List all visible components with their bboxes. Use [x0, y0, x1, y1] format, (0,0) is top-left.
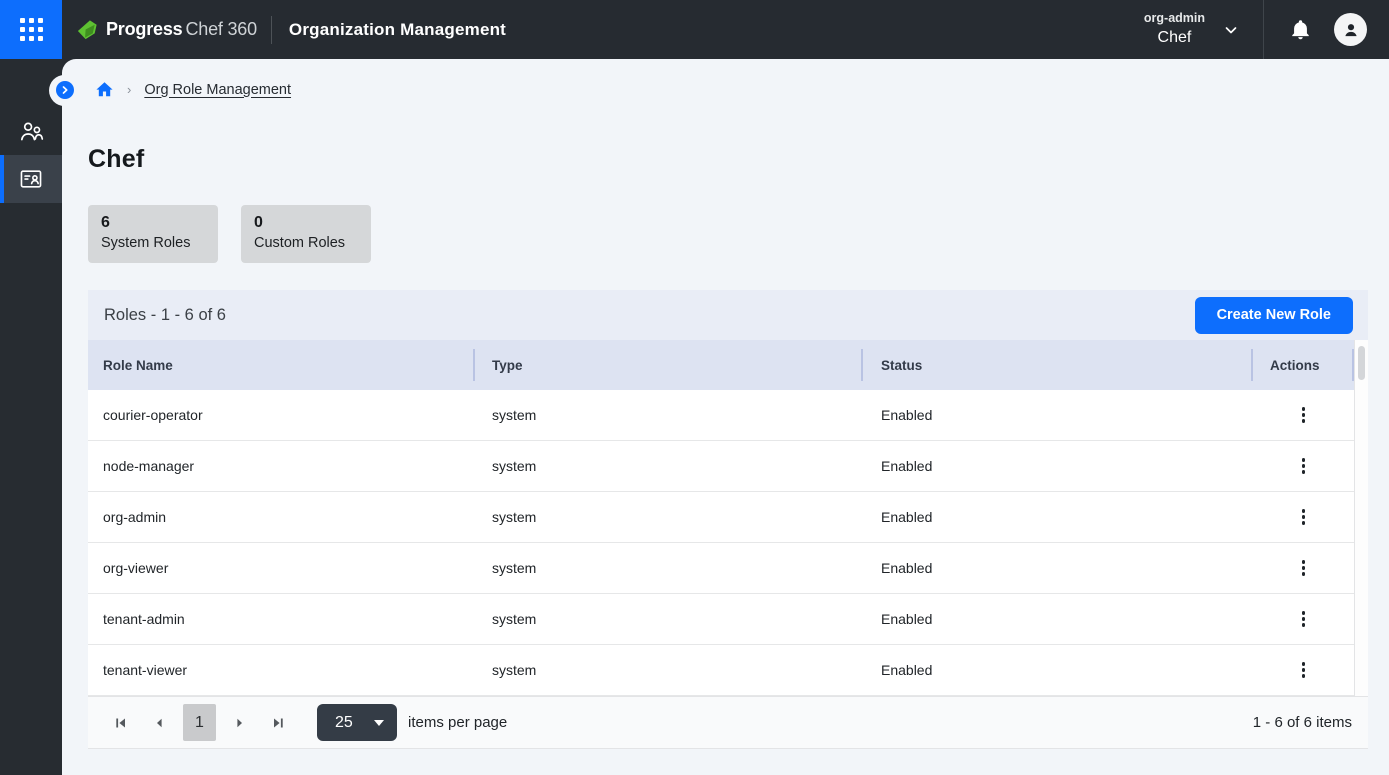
org-switcher-texts: org-admin Chef [1144, 11, 1205, 48]
apps-menu-button[interactable] [0, 0, 62, 59]
brand-logo: Progress Chef 360 [76, 18, 257, 41]
cell-type: system [475, 441, 863, 491]
cell-status: Enabled [863, 390, 1253, 440]
stat-label: Custom Roles [254, 233, 358, 254]
breadcrumb-link-org-role-management[interactable]: Org Role Management [144, 82, 291, 98]
sidebar [0, 59, 62, 775]
header-divider [271, 16, 272, 44]
cell-role-name: tenant-viewer [88, 645, 475, 695]
header-right-cluster: org-admin Chef [1144, 0, 1389, 59]
chevron-down-icon [1223, 22, 1239, 38]
page-title: Chef [88, 145, 144, 174]
org-name-label: Chef [1158, 28, 1192, 48]
cell-type: system [475, 390, 863, 440]
previous-page-button[interactable] [147, 711, 171, 735]
last-page-button[interactable] [266, 711, 290, 735]
cell-type: system [475, 543, 863, 593]
stat-label: System Roles [101, 233, 205, 254]
stat-cards: 6 System Roles 0 Custom Roles [88, 205, 371, 263]
column-header-status[interactable]: Status [863, 340, 1253, 390]
row-actions-kebab-icon[interactable] [1294, 503, 1314, 531]
last-page-icon [271, 716, 285, 730]
stat-card-custom-roles[interactable]: 0 Custom Roles [241, 205, 371, 263]
first-page-button[interactable] [109, 711, 133, 735]
header-divider-2 [1263, 0, 1264, 59]
breadcrumb: › Org Role Management [95, 80, 291, 99]
row-actions-kebab-icon[interactable] [1294, 401, 1314, 429]
org-role-label: org-admin [1144, 11, 1205, 26]
progress-logo-icon [76, 18, 99, 41]
column-header-actions: Actions [1253, 340, 1354, 390]
page-size-select[interactable]: 25 [317, 704, 397, 741]
cell-role-name: courier-operator [88, 390, 475, 440]
column-header-role-name[interactable]: Role Name [88, 340, 475, 390]
bell-icon [1289, 18, 1312, 41]
cell-status: Enabled [863, 492, 1253, 542]
next-page-button[interactable] [228, 711, 252, 735]
sidebar-expand-button[interactable] [56, 81, 74, 99]
cell-status: Enabled [863, 441, 1253, 491]
cell-role-name: org-viewer [88, 543, 475, 593]
cell-status: Enabled [863, 594, 1253, 644]
next-page-icon [233, 716, 247, 730]
first-page-icon [114, 716, 128, 730]
table-row: org-viewer system Enabled [88, 543, 1354, 594]
top-header: Progress Chef 360 Organization Managemen… [0, 0, 1389, 59]
cell-type: system [475, 492, 863, 542]
previous-page-icon [152, 716, 166, 730]
row-actions-kebab-icon[interactable] [1294, 554, 1314, 582]
cell-status: Enabled [863, 543, 1253, 593]
select-caret-icon [374, 720, 384, 726]
table-row: tenant-admin system Enabled [88, 594, 1354, 645]
table-header-row: Role Name Type Status Actions [88, 340, 1354, 390]
breadcrumb-separator-icon: › [127, 82, 131, 97]
table-row: courier-operator system Enabled [88, 390, 1354, 441]
pagination-range-label: 1 - 6 of 6 items [1253, 714, 1352, 731]
sidebar-item-roles[interactable] [0, 155, 62, 203]
id-badge-icon [18, 166, 44, 192]
table-title: Roles - 1 - 6 of 6 [104, 306, 226, 325]
home-icon [95, 80, 114, 99]
current-page-button[interactable]: 1 [183, 704, 216, 741]
app-window: Progress Chef 360 Organization Managemen… [0, 0, 1389, 775]
stat-card-system-roles[interactable]: 6 System Roles [88, 205, 218, 263]
row-actions-kebab-icon[interactable] [1294, 605, 1314, 633]
brand-name-regular: Chef 360 [185, 19, 256, 40]
table-toolbar: Roles - 1 - 6 of 6 Create New Role [88, 290, 1368, 340]
chevron-right-icon [60, 85, 70, 95]
row-actions-kebab-icon[interactable] [1294, 452, 1314, 480]
cell-type: system [475, 594, 863, 644]
table-row: node-manager system Enabled [88, 441, 1354, 492]
cell-role-name: tenant-admin [88, 594, 475, 644]
apps-grid-icon [20, 18, 43, 41]
stat-value: 6 [101, 212, 205, 233]
roles-table-card: Roles - 1 - 6 of 6 Create New Role Role … [88, 290, 1368, 749]
app-title: Organization Management [289, 20, 506, 40]
pagination-bar: 1 25 items per page 1 - 6 of 6 items [88, 696, 1368, 749]
brand-name-bold: Progress [106, 19, 182, 40]
column-header-type[interactable]: Type [475, 340, 863, 390]
cell-role-name: org-admin [88, 492, 475, 542]
cell-status: Enabled [863, 645, 1253, 695]
table-scrollbar-thumb[interactable] [1358, 346, 1365, 380]
table-scrollbar-track[interactable] [1354, 340, 1368, 696]
person-icon [1341, 20, 1361, 40]
breadcrumb-home-button[interactable] [95, 80, 114, 99]
table-row: org-admin system Enabled [88, 492, 1354, 543]
table-row: tenant-viewer system Enabled [88, 645, 1354, 696]
create-new-role-button[interactable]: Create New Role [1195, 297, 1353, 334]
notifications-button[interactable] [1276, 0, 1324, 59]
table-grid: Role Name Type Status Actions courier-op… [88, 340, 1368, 696]
stat-value: 0 [254, 212, 358, 233]
row-actions-kebab-icon[interactable] [1294, 656, 1314, 684]
items-per-page-label: items per page [408, 714, 507, 731]
org-switcher[interactable]: org-admin Chef [1144, 11, 1239, 48]
page-size-value: 25 [335, 714, 353, 732]
account-button[interactable] [1334, 13, 1367, 46]
sidebar-item-users[interactable] [0, 107, 62, 155]
cell-type: system [475, 645, 863, 695]
cell-role-name: node-manager [88, 441, 475, 491]
users-icon [18, 118, 45, 145]
